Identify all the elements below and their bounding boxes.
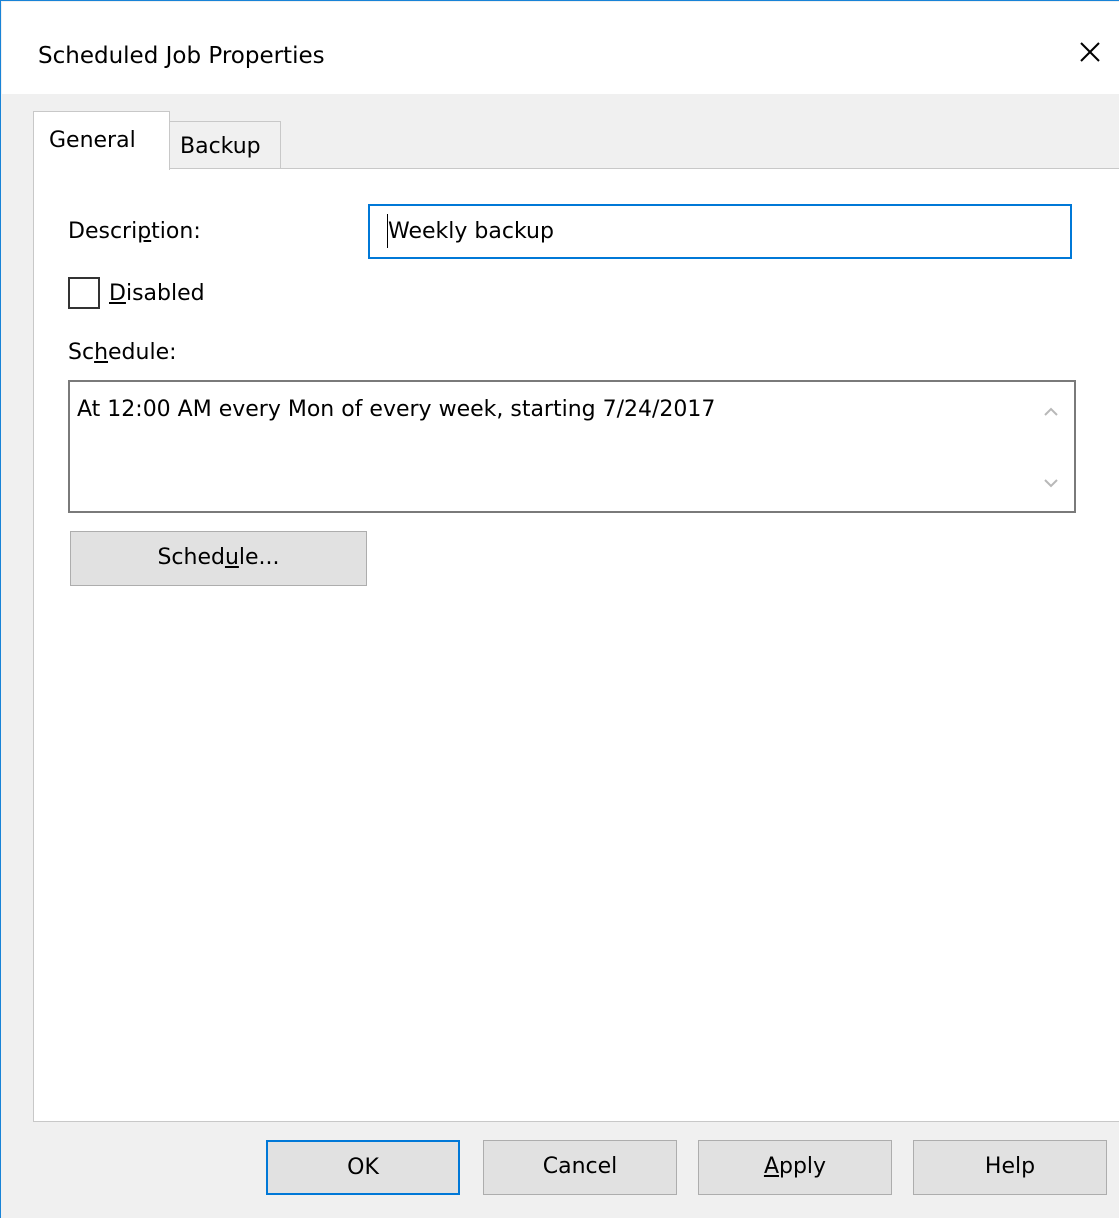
ok-button[interactable]: OK: [266, 1140, 460, 1195]
help-button[interactable]: Help: [913, 1140, 1107, 1195]
help-button-label: Help: [984, 1154, 1036, 1179]
schedule-textbox[interactable]: At 12:00 AM every Mon of every week, sta…: [68, 380, 1076, 513]
ok-button-label: OK: [347, 1155, 379, 1180]
schedule-description: At 12:00 AM every Mon of every week, sta…: [77, 397, 716, 422]
description-label: Description:: [68, 217, 201, 247]
schedule-label-part: Sc: [68, 340, 95, 365]
apply-button-accesskey: A: [763, 1154, 779, 1179]
schedule-button-accesskey: u: [224, 545, 239, 570]
disabled-checkbox[interactable]: [68, 277, 100, 309]
cancel-button[interactable]: Cancel: [483, 1140, 677, 1195]
disabled-label[interactable]: Disabled: [109, 279, 205, 309]
schedule-button-part: Sched: [157, 545, 225, 570]
close-button[interactable]: [1062, 24, 1116, 78]
tab-panel-general: [33, 168, 1119, 1122]
tab-backup[interactable]: Backup: [169, 121, 281, 169]
title-bar: Scheduled Job Properties: [2, 2, 1119, 94]
schedule-label-part: edule:: [108, 340, 177, 365]
disabled-label-accesskey: D: [109, 281, 126, 306]
description-label-part: tion:: [151, 219, 201, 244]
window-title: Scheduled Job Properties: [38, 43, 325, 69]
schedule-label-accesskey: h: [94, 340, 109, 365]
tab-general[interactable]: General: [33, 111, 170, 170]
apply-button-label: pply: [779, 1154, 827, 1179]
description-value: Weekly backup: [388, 219, 554, 244]
chevron-up-icon: [1044, 407, 1058, 416]
scroll-up-button[interactable]: [1036, 396, 1066, 426]
description-label-accesskey: p: [137, 219, 152, 244]
description-label-part: Descri: [68, 219, 138, 244]
dialog-window: Scheduled Job Properties General Backup …: [0, 0, 1119, 1218]
disabled-label-part: isabled: [125, 281, 205, 306]
schedule-label: Schedule:: [68, 338, 177, 368]
tab-general-label: General: [49, 128, 136, 153]
tab-backup-label: Backup: [180, 134, 261, 159]
schedule-button[interactable]: Schedule...: [70, 531, 367, 586]
close-icon: [1080, 42, 1100, 62]
description-input[interactable]: Weekly backup: [368, 204, 1072, 259]
scroll-down-button[interactable]: [1036, 468, 1066, 498]
cancel-button-label: Cancel: [542, 1154, 618, 1179]
apply-button[interactable]: Apply: [698, 1140, 892, 1195]
chevron-down-icon: [1044, 479, 1058, 488]
schedule-button-part: le...: [238, 545, 280, 570]
